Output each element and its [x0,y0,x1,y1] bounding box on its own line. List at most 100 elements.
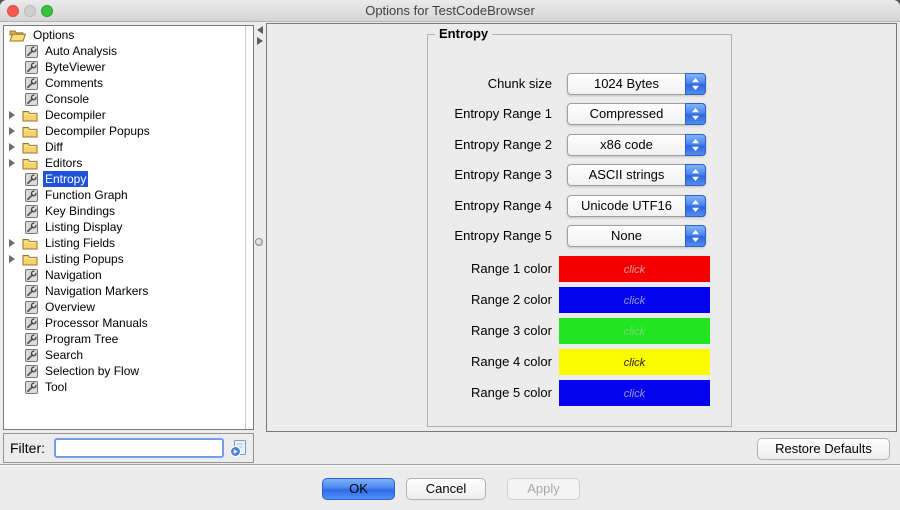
tool-icon [25,333,38,346]
divider-knob[interactable] [255,238,263,246]
tool-icon [25,301,38,314]
filter-options-button[interactable] [228,438,249,459]
tool-icon [25,173,38,186]
folder-icon [22,157,38,170]
tree-item-label: Processor Manuals [43,315,150,331]
tree-item-label: Listing Fields [43,235,117,251]
collapse-left-icon[interactable] [257,26,263,34]
tree-item-navigation-markers[interactable]: Navigation Markers [4,283,244,299]
tool-icon [25,205,38,218]
option-label: Range 4 color [471,349,552,375]
entropy-group-box: Entropy Chunk size1024 BytesEntropy Rang… [427,34,732,427]
tree-item-editors[interactable]: Editors [4,155,244,171]
tree-item-listing-popups[interactable]: Listing Popups [4,251,244,267]
tree-item-diff[interactable]: Diff [4,139,244,155]
chevron-updown-icon [685,164,706,186]
option-row: Range 3 colorclick [428,318,731,344]
selected-value: x86 code [568,135,685,155]
expand-arrow-icon[interactable] [8,107,22,123]
tree-item-label: Navigation Markers [43,283,150,299]
expand-arrow-icon[interactable] [8,155,22,171]
filter-input[interactable] [54,438,224,458]
tree-item-decompiler-popups[interactable]: Decompiler Popups [4,123,244,139]
tree-item-label: Key Bindings [43,203,117,219]
range-5-color-button[interactable]: click [559,380,710,406]
selected-value: Compressed [568,104,685,124]
expand-arrow-icon[interactable] [8,235,22,251]
tree-item-listing-fields[interactable]: Listing Fields [4,235,244,251]
tree-item-comments[interactable]: Comments [4,75,244,91]
range-4-color-button[interactable]: click [559,349,710,375]
option-label: Entropy Range 5 [454,225,552,247]
option-row: Entropy Range 2 x86 code [428,134,731,156]
tree-item-byteviewer[interactable]: ByteViewer [4,59,244,75]
option-label: Range 5 color [471,380,552,406]
option-label: Entropy Range 2 [454,134,552,156]
tree-item-tool[interactable]: Tool [4,379,244,395]
tree-item-label: Decompiler [43,107,108,123]
option-row: Range 4 color click [428,349,731,375]
folder-icon [22,141,38,154]
tree-item-program-tree[interactable]: Program Tree [4,331,244,347]
tree-item-label: Tool [43,379,69,395]
splitpane-divider[interactable] [254,23,266,437]
folder-icon [22,237,38,250]
tree-item-console[interactable]: Console [4,91,244,107]
filter-label: Filter: [10,434,45,462]
tree-item-options[interactable]: Options [4,27,244,43]
tree-scrollbar[interactable] [245,26,253,429]
group-title: Entropy [435,26,492,41]
tree-item-function-graph[interactable]: Function Graph [4,187,244,203]
option-row: Entropy Range 4Unicode UTF16 [428,195,731,217]
range-3-color-button[interactable]: click [559,318,710,344]
tree-item-decompiler[interactable]: Decompiler [4,107,244,123]
tree-item-processor-manuals[interactable]: Processor Manuals [4,315,244,331]
tree-item-label: Listing Display [43,219,124,235]
options-tree: OptionsAuto AnalysisByteViewerCommentsCo… [4,27,244,395]
tool-icon [25,381,38,394]
entropy-range-3-select[interactable]: ASCII strings [567,164,706,186]
entropy-range-2-select[interactable]: x86 code [567,134,706,156]
entropy-range-1-select[interactable]: Compressed [567,103,706,125]
expand-arrow-icon[interactable] [8,139,22,155]
options-tree-panel: OptionsAuto AnalysisByteViewerCommentsCo… [3,25,254,430]
tree-item-key-bindings[interactable]: Key Bindings [4,203,244,219]
restore-defaults-button[interactable]: Restore Defaults [757,438,890,460]
tree-item-label: Listing Popups [43,251,126,267]
apply-button[interactable]: Apply [507,478,580,500]
option-label: Range 1 color [471,256,552,282]
tree-item-listing-display[interactable]: Listing Display [4,219,244,235]
expand-arrow-icon[interactable] [8,123,22,139]
chunk-size-select[interactable]: 1024 Bytes [567,73,706,95]
tree-item-selection-by-flow[interactable]: Selection by Flow [4,363,244,379]
entropy-range-5-select[interactable]: None [567,225,706,247]
entropy-options-panel: Entropy Chunk size1024 Bytes Entropy Rang… [266,23,897,432]
option-label: Range 2 color [471,287,552,313]
collapse-right-icon[interactable] [257,37,263,45]
entropy-range-4-select[interactable]: Unicode UTF16 [567,195,706,217]
option-row: Entropy Range 3 ASCII strings [428,164,731,186]
expand-arrow-icon[interactable] [8,251,22,267]
tree-item-label: Console [43,91,91,107]
tree-item-label: Overview [43,299,97,315]
tree-item-entropy[interactable]: Entropy [4,171,244,187]
option-row: Entropy Range 5 None [428,225,731,247]
tree-item-label: Program Tree [43,331,120,347]
tree-item-auto-analysis[interactable]: Auto Analysis [4,43,244,59]
tree-item-label: ByteViewer [43,59,107,75]
range-1-color-button[interactable]: click [559,256,710,282]
tool-icon [25,221,38,234]
filter-options-icon [229,439,248,458]
open-folder-icon [9,29,26,42]
range-2-color-button[interactable]: click [559,287,710,313]
cancel-button[interactable]: Cancel [406,478,486,500]
option-label: Entropy Range 3 [454,164,552,186]
tree-item-overview[interactable]: Overview [4,299,244,315]
tree-item-label: Navigation [43,267,104,283]
title-bar: Options for TestCodeBrowser [0,0,900,22]
tree-item-label: Diff [43,139,65,155]
tree-item-navigation[interactable]: Navigation [4,267,244,283]
tree-item-search[interactable]: Search [4,347,244,363]
ok-button[interactable]: OK [322,478,395,500]
option-row: Chunk size1024 Bytes [428,73,731,95]
